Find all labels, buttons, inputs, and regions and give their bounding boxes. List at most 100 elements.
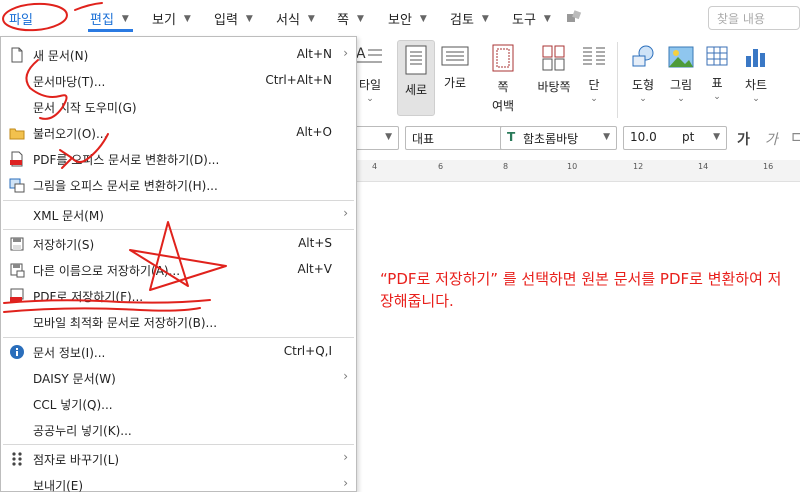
landscape-button[interactable]: 가로 (439, 44, 471, 91)
search-input[interactable]: 찾을 내용 (708, 6, 800, 30)
page-margin-label: 쪽 (497, 80, 509, 94)
bold-button[interactable]: 가 (737, 129, 750, 149)
menu-view[interactable]: 보기 ▼ (152, 9, 191, 28)
menu-image-to-office[interactable]: 그림을 오피스 문서로 변환하기(H)... (1, 172, 356, 198)
menu-item-label: XML 문서(M) (33, 209, 104, 223)
menu-separator (3, 200, 354, 201)
menu-item-label: 저장하기(S) (33, 238, 95, 252)
horizontal-ruler[interactable]: 4 6 8 10 12 14 16 (355, 160, 800, 182)
menu-insert-ccl[interactable]: CCL 넣기(Q)... (1, 391, 356, 417)
chevron-right-icon: › (343, 46, 348, 60)
menu-insert-kogl[interactable]: 공공누리 넣기(K)... (1, 417, 356, 443)
font-size-unit: pt (682, 130, 695, 144)
puzzle-icon[interactable] (566, 10, 582, 24)
master-page-label: 바탕쪽 (537, 80, 571, 94)
font-combo[interactable]: T 함초롬바탕 ▼ (500, 126, 617, 150)
menu-save-as[interactable]: 다른 이름으로 저장하기(A)... Alt+V (1, 257, 356, 283)
font-size-combo[interactable]: 10.0 pt ▼ (623, 126, 727, 150)
picture-button[interactable]: 그림 ⌄ (665, 44, 697, 105)
columns-icon (583, 47, 605, 65)
menu-security-label: 보안 (388, 13, 412, 28)
menu-daisy-document[interactable]: DAISY 문서(W) › (1, 365, 356, 391)
shape-icon (632, 45, 654, 67)
menu-item-label: 다른 이름으로 저장하기(A)... (33, 264, 181, 278)
paragraph-combo[interactable]: ▼ (355, 126, 399, 150)
menu-file[interactable]: 파일 (9, 9, 33, 28)
menu-tools-label: 도구 (512, 13, 536, 28)
menu-new-document[interactable]: 새 문서(N) Alt+N › (1, 42, 356, 68)
menu-pdf-to-office[interactable]: PDF를 오피스 문서로 변환하기(D)... (1, 146, 356, 172)
menu-save[interactable]: 저장하기(S) Alt+S (1, 231, 356, 257)
menu-item-label: DAISY 문서(W) (33, 372, 116, 386)
menu-page[interactable]: 쪽 ▼ (337, 9, 364, 28)
chevron-down-icon: ⌄ (752, 94, 760, 104)
landscape-page-icon (441, 46, 469, 66)
format-toolbar: ▼ 대표 ▼ T 함초롬바탕 ▼ 10.0 pt ▼ 가 가 ⊏ (355, 124, 800, 152)
menu-edit[interactable]: 편집 ▼ (88, 9, 133, 32)
chevron-down-icon: ⌄ (639, 94, 647, 104)
font-value: 함초롬바탕 (523, 132, 579, 146)
menu-separator (3, 444, 354, 445)
menu-document-info[interactable]: 문서 정보(I)... Ctrl+Q,I (1, 339, 356, 365)
menu-item-label: 점자로 바꾸기(L) (33, 453, 120, 467)
master-page-button[interactable]: 바탕쪽 (531, 44, 577, 95)
menu-tools[interactable]: 도구 ▼ (512, 9, 551, 28)
menu-item-label: 공공누리 넣기(K)... (33, 424, 132, 438)
chevron-down-icon: ⌄ (366, 94, 374, 104)
menu-page-label: 쪽 (337, 13, 349, 28)
menu-security[interactable]: 보안 ▼ (388, 9, 427, 28)
chart-label: 차트 (744, 78, 768, 92)
pdf-icon (10, 151, 23, 167)
menu-item-shortcut: Alt+V (297, 262, 332, 276)
menu-templates[interactable]: 문서마당(T)... Ctrl+Alt+N (1, 68, 356, 94)
column-button[interactable]: 단 ⌄ (579, 44, 609, 105)
page-margin-button[interactable]: 쪽 여백 (483, 44, 523, 114)
menu-item-label: CCL 넣기(Q)... (33, 398, 113, 412)
file-menu-dropdown: 새 문서(N) Alt+N › 문서마당(T)... Ctrl+Alt+N 문서… (0, 36, 357, 492)
menu-item-label: 문서마당(T)... (33, 75, 106, 89)
chevron-down-icon: ▼ (356, 13, 364, 24)
menu-insert[interactable]: 입력 ▼ (214, 9, 253, 28)
style-icon: A (356, 46, 382, 63)
menu-save-mobile[interactable]: 모바일 최적화 문서로 저장하기(B)... (1, 309, 356, 335)
chevron-down-icon: ▼ (543, 13, 551, 24)
font-size-value: 10.0 (630, 130, 657, 144)
style-button[interactable]: A 타일 ⌄ (355, 44, 385, 105)
ruler-number: 14 (698, 162, 709, 171)
chevron-down-icon: ▼ (307, 13, 315, 24)
chevron-right-icon: › (343, 206, 348, 220)
menu-file-label: 파일 (9, 13, 33, 28)
svg-text:A: A (356, 46, 366, 62)
menu-open[interactable]: 불러오기(O)... Alt+O (1, 120, 356, 146)
menu-save-as-pdf[interactable]: PDF로 저장하기(F)... (1, 283, 356, 309)
table-label: 표 (711, 76, 723, 90)
portrait-page-icon (405, 45, 427, 75)
chevron-down-icon: ▼ (245, 13, 253, 24)
menu-item-label: PDF를 오피스 문서로 변환하기(D)... (33, 153, 220, 167)
italic-button[interactable]: 가 (765, 129, 778, 149)
underline-button[interactable]: ⊏ (791, 129, 800, 145)
save-as-icon (10, 263, 25, 278)
save-icon (10, 237, 24, 251)
table-icon (706, 46, 728, 66)
menu-xml-document[interactable]: XML 문서(M) › (1, 202, 356, 228)
menu-format[interactable]: 서식 ▼ (276, 9, 315, 28)
portrait-button[interactable]: 세로 (397, 40, 435, 116)
ruler-number: 10 (567, 162, 578, 171)
chevron-down-icon: ⌄ (590, 94, 598, 104)
menu-start-helper[interactable]: 문서 시작 도우미(G) (1, 94, 356, 120)
shape-button[interactable]: 도형 ⌄ (627, 44, 659, 105)
table-button[interactable]: 표 ⌄ (703, 44, 731, 103)
menubar: 파일 편집 ▼ 보기 ▼ 입력 ▼ 서식 ▼ 쪽 ▼ 보안 ▼ 검토 ▼ 도구 ▼ 찾을 내용 (0, 0, 800, 36)
chevron-right-icon: › (343, 369, 348, 383)
chevron-down-icon: ▼ (183, 13, 191, 24)
document-page[interactable] (355, 182, 800, 492)
chart-button[interactable]: 차트 ⌄ (739, 44, 773, 105)
menu-review[interactable]: 검토 ▼ (450, 9, 489, 28)
chevron-down-icon: ▼ (121, 13, 129, 24)
menu-convert-braille[interactable]: 점자로 바꾸기(L) › (1, 446, 356, 472)
menu-insert-label: 입력 (214, 13, 238, 28)
portrait-label: 세로 (404, 83, 428, 97)
menu-send[interactable]: 보내기(E) › (1, 472, 356, 492)
pdf-save-icon (10, 288, 24, 302)
